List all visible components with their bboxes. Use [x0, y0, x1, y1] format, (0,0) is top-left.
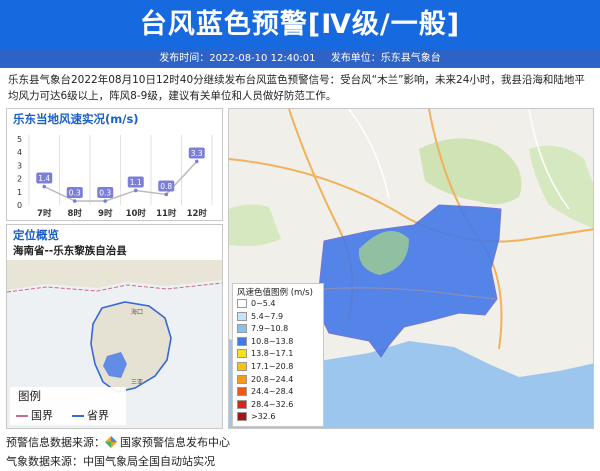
y-tick-label: 4 — [17, 148, 22, 157]
legend-item: 24.4~28.4 — [237, 387, 293, 398]
legend-swatch — [237, 336, 247, 346]
y-tick-label: 5 — [17, 135, 22, 144]
x-tick-label: 11时 — [156, 208, 177, 219]
inset-label-haikou: 海口 — [131, 308, 143, 316]
legend-item: 17.1~20.8 — [237, 362, 293, 373]
legend-label: 28.4~32.6 — [251, 399, 294, 409]
y-tick-label: 2 — [17, 175, 22, 184]
legend-swatch — [237, 399, 247, 409]
legend-swatch — [237, 311, 247, 321]
footer-source-1: 预警信息数据来源： 国家预警信息发布中心 — [6, 434, 230, 450]
y-tick-label: 3 — [17, 161, 22, 170]
wind-speed-panel: 乐东当地风速实况(m/s) 0 1 2 3 4 5 1.4 7时 0.3 8时 0.3 9时 1.1 10… — [6, 108, 223, 221]
wind-speed-chart: 0 1 2 3 4 5 1.4 7时 0.3 8时 0.3 9时 1.1 10时 0.8 11时 3.3 12时 — [17, 135, 213, 219]
data-label: 3.3 — [191, 149, 203, 158]
legend-swatch — [237, 362, 247, 371]
data-label: 1.1 — [130, 178, 142, 187]
data-point[interactable] — [194, 159, 199, 164]
legend-national-border: 国界 — [16, 407, 53, 423]
x-tick-label: 8时 — [68, 208, 83, 219]
data-point[interactable] — [72, 199, 77, 203]
data-point[interactable] — [164, 192, 169, 197]
national-border-swatch — [16, 415, 28, 417]
legend-item: 28.4~32.6 — [237, 399, 294, 411]
release-time: 发布时间：2022-08-10 12:40:01 — [159, 53, 316, 64]
legend-label: 7.9~10.8 — [251, 324, 289, 334]
source1-value[interactable]: 国家预警信息发布中心 — [120, 436, 230, 449]
wind-color-legend: 风速色值图例 (m/s) 0~5.4 5.4~7.9 7.9~10.8 10.8~13… — [232, 283, 324, 427]
warning-center-logo-icon — [105, 436, 117, 448]
legend-item: 13.8~17.1 — [237, 349, 293, 360]
x-tick-label: 9时 — [98, 208, 113, 219]
legend-label: 10.8~13.8 — [251, 336, 294, 346]
header-subbar: 发布时间：2022-08-10 12:40:01 发布单位：乐东县气象台 — [0, 50, 600, 68]
x-tick-label: 10时 — [126, 208, 147, 219]
legend-label: 5.4~7.9 — [251, 311, 284, 321]
legend-label: >32.6 — [251, 412, 276, 422]
legend-item: >32.6 — [237, 412, 276, 423]
data-label: 0.8 — [160, 182, 172, 191]
data-label: 0.3 — [99, 189, 111, 198]
legend-label: 17.1~20.8 — [251, 362, 294, 371]
footer-source-2: 气象数据来源：中国气象局全国自动站实况 — [6, 455, 215, 468]
x-tick-label: 7时 — [37, 208, 52, 219]
boundary-legend-title: 图例 — [18, 389, 41, 403]
data-point[interactable] — [133, 188, 138, 193]
legend-swatch — [237, 412, 247, 422]
source1-label: 预警信息数据来源： — [6, 436, 105, 449]
x-tick-label: 12时 — [187, 208, 208, 219]
legend-provincial-border: 省界 — [72, 407, 109, 423]
provincial-border-swatch — [72, 415, 84, 417]
y-tick-label: 1 — [17, 188, 22, 197]
legend-item: 0~5.4 — [237, 299, 276, 310]
national-border-label: 国界 — [31, 409, 53, 422]
legend-swatch — [237, 387, 247, 397]
legend-item: 5.4~7.9 — [237, 311, 284, 323]
y-tick-label: 0 — [17, 201, 22, 210]
warning-description: 乐东县气象台2022年08月10日12时40分继续发布台风蓝色预警信号：受台风“… — [8, 74, 585, 102]
page-title: 台风蓝色预警[Ⅳ级/一般] — [139, 9, 461, 40]
legend-swatch — [237, 299, 247, 308]
location-panel-title: 定位概览 — [13, 228, 59, 242]
data-label: 1.4 — [38, 174, 50, 183]
legend-label: 13.8~17.1 — [251, 349, 294, 359]
legend-swatch — [237, 324, 247, 334]
data-point[interactable] — [42, 184, 47, 189]
legend-label: 0~5.4 — [251, 299, 276, 308]
legend-swatch — [237, 374, 247, 384]
legend-item: 10.8~13.8 — [237, 336, 294, 348]
inset-label-sanya: 三亚 — [131, 379, 143, 386]
legend-item: 20.8~24.4 — [237, 374, 294, 386]
legend-label: 24.4~28.4 — [251, 387, 294, 397]
legend-label: 20.8~24.4 — [251, 374, 294, 384]
legend-item: 7.9~10.8 — [237, 324, 288, 335]
data-point[interactable] — [103, 199, 108, 203]
location-subtitle: 海南省--乐东黎族自治县 — [13, 245, 127, 257]
data-label: 0.3 — [69, 189, 81, 198]
issuer: 发布单位：乐东县气象台 — [330, 53, 441, 64]
legend-title: 风速色值图例 (m/s) — [237, 288, 313, 298]
provincial-border-label: 省界 — [87, 409, 109, 422]
legend-swatch — [237, 349, 247, 359]
boundary-legend: 图例 国界 省界 — [10, 387, 126, 425]
